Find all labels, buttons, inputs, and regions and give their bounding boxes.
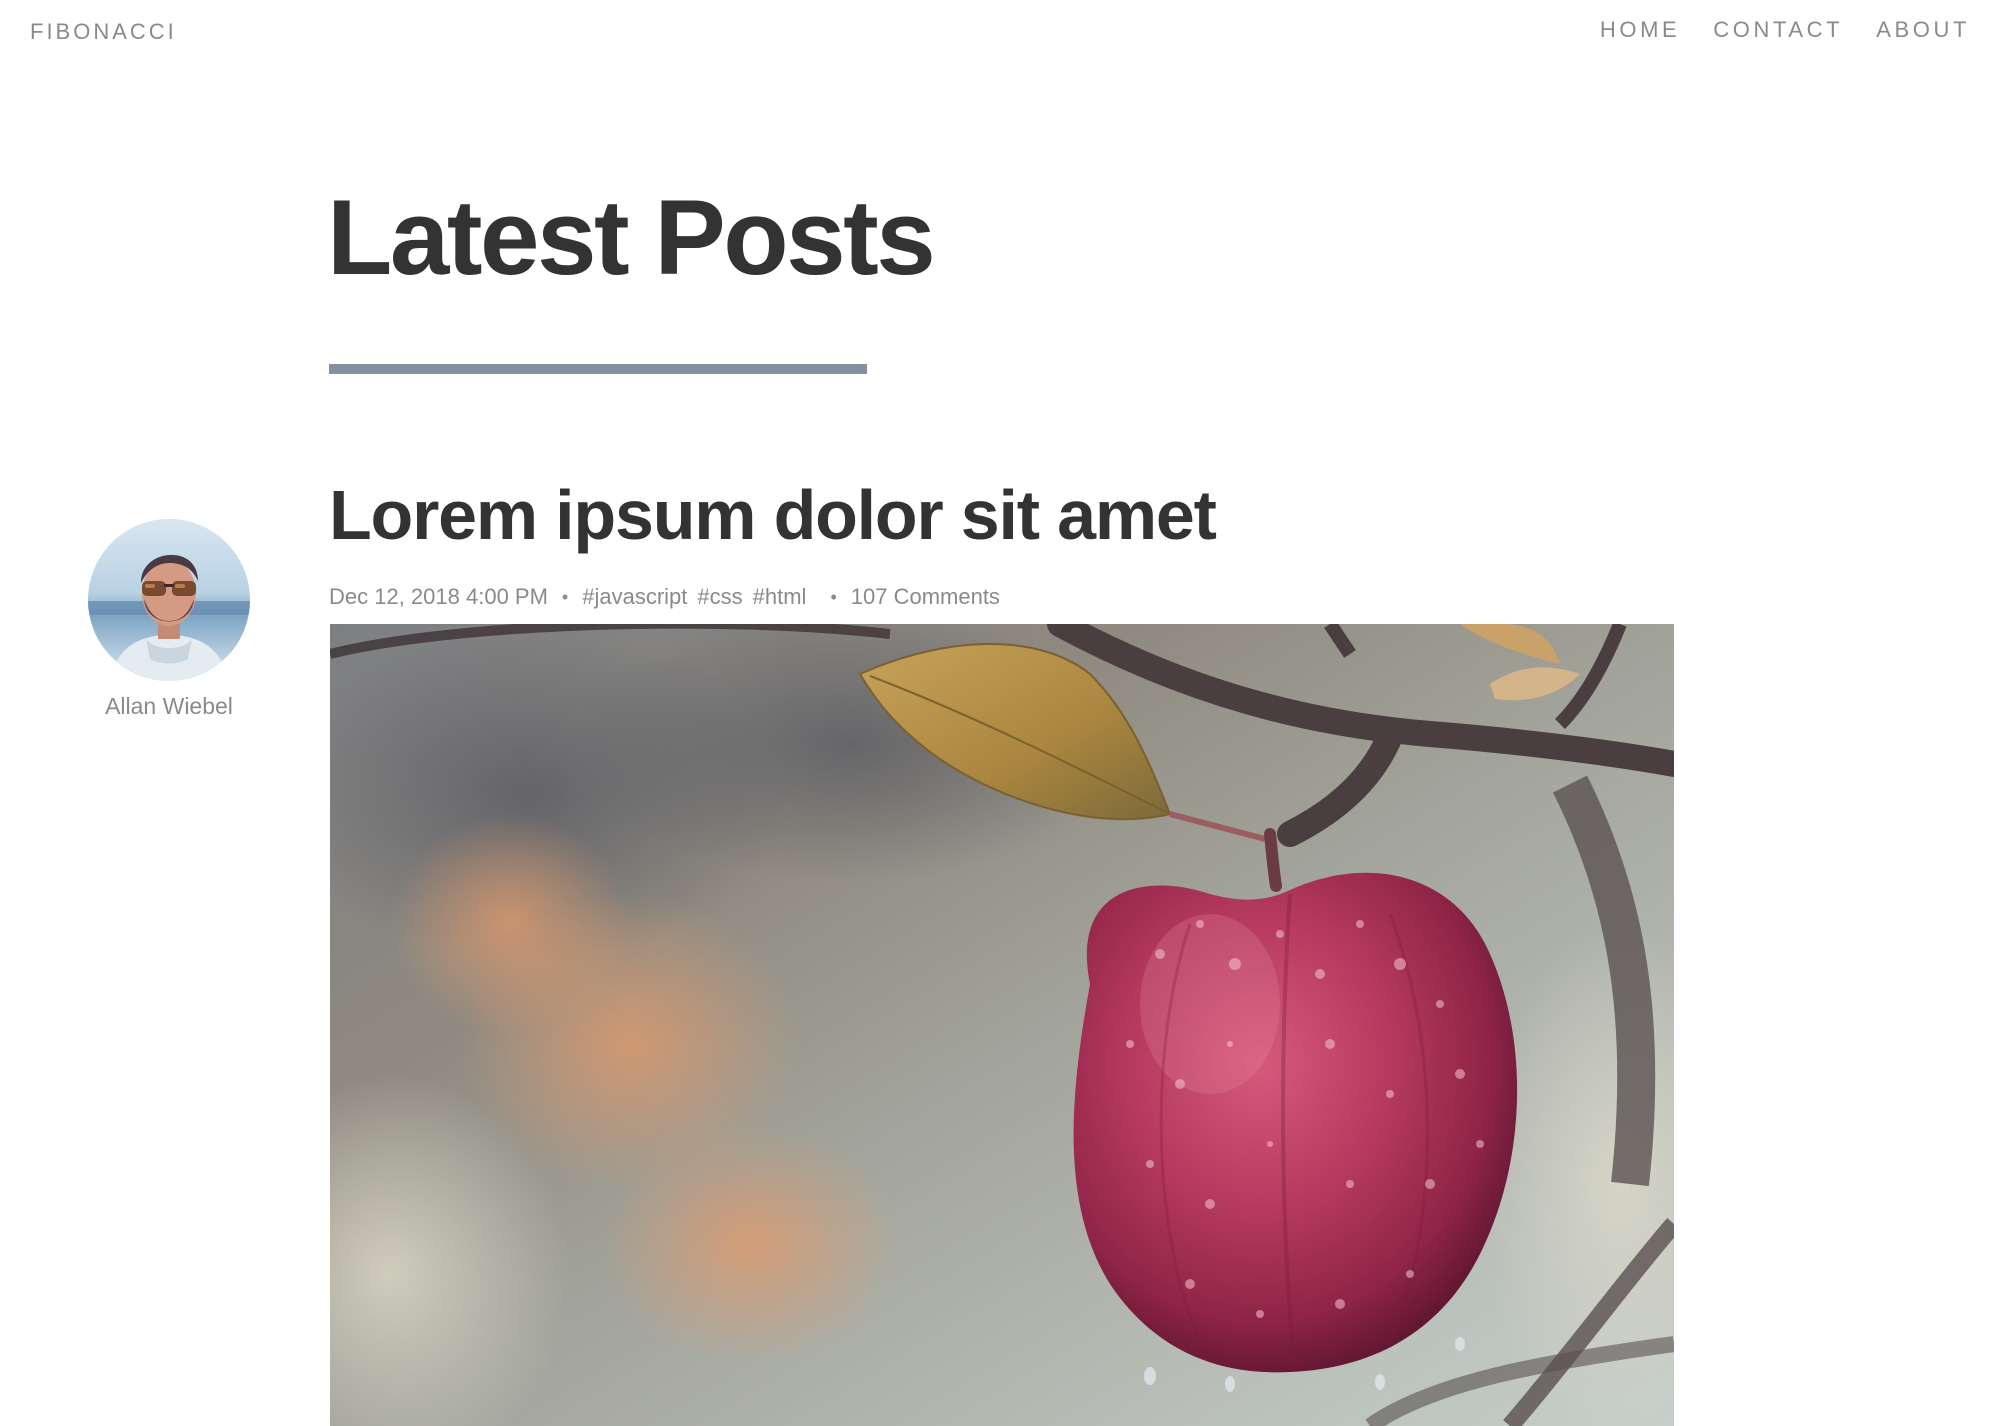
tag-css-link[interactable]: #css [697, 584, 742, 610]
avatar-portrait-icon [88, 519, 250, 681]
comments-count-link[interactable]: 107 Comments [851, 584, 1000, 610]
nav-contact-link[interactable]: CONTACT [1713, 17, 1843, 43]
tag-javascript-link[interactable]: #javascript [582, 584, 687, 610]
meta-separator: • [830, 586, 837, 607]
post-meta: Dec 12, 2018 4:00 PM • #javascript #css … [329, 584, 1000, 610]
apple-photo-icon [330, 624, 1674, 1426]
nav-about-link[interactable]: ABOUT [1876, 17, 1970, 43]
brand-logo-link[interactable]: FIBONACCI [30, 19, 177, 45]
post-title-link[interactable]: Lorem ipsum dolor sit amet [329, 480, 1217, 550]
top-navigation: FIBONACCI HOME CONTACT ABOUT [0, 0, 1994, 64]
meta-separator: • [561, 586, 569, 607]
avatar[interactable] [88, 519, 250, 681]
title-divider [329, 364, 867, 374]
post-featured-image[interactable] [330, 624, 1674, 1426]
nav-home-link[interactable]: HOME [1600, 17, 1680, 43]
post-date: Dec 12, 2018 4:00 PM [329, 584, 548, 609]
main-nav: HOME CONTACT ABOUT [1600, 17, 1970, 43]
author-name[interactable]: Allan Wiebel [70, 693, 268, 720]
post-author: Allan Wiebel [70, 519, 268, 720]
tag-html-link[interactable]: #html [753, 584, 807, 610]
page-title: Latest Posts [327, 177, 936, 297]
